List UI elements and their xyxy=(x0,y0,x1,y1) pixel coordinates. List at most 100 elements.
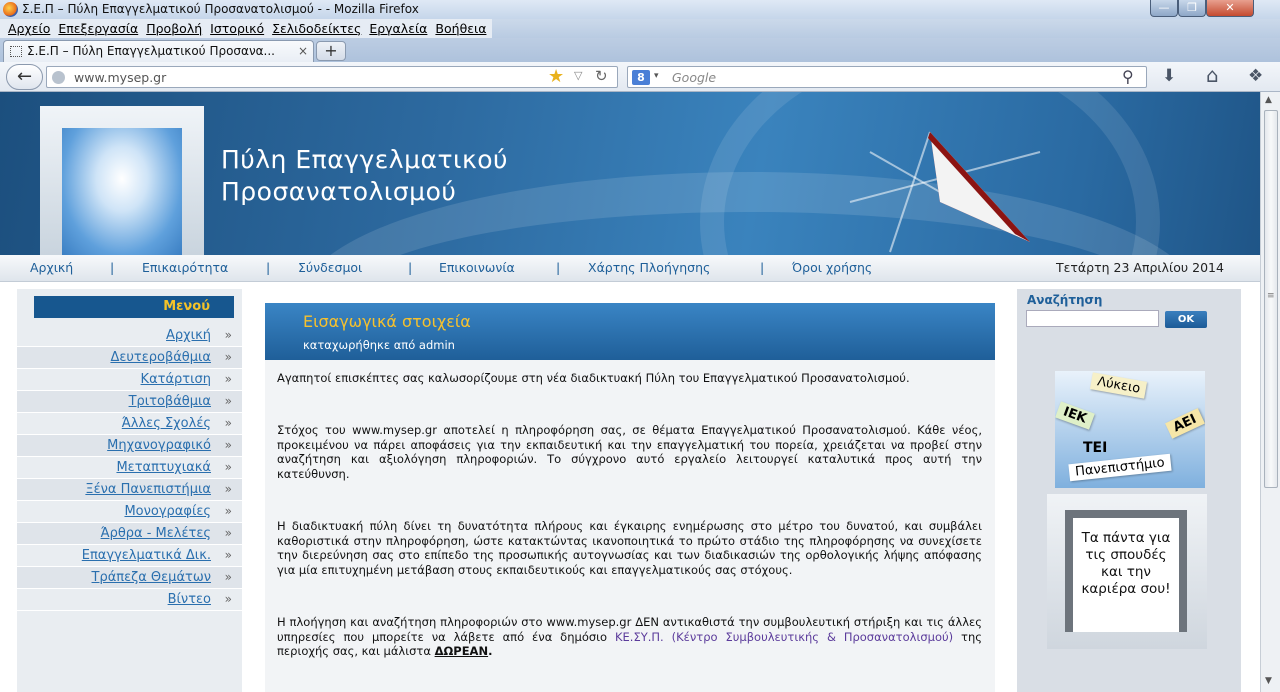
menu-view[interactable]: Προβολή xyxy=(146,19,202,38)
tab-bar: Σ.Ε.Π – Πύλη Επαγγελματικού Προσανα... ×… xyxy=(0,38,1280,62)
sidebar-item-label[interactable]: Μεταπτυχιακά xyxy=(116,460,211,475)
site-title-line1: Πύλη Επαγγελματικού xyxy=(221,145,508,174)
topnav-separator: | xyxy=(266,260,271,275)
site-search-button[interactable]: ΟΚ xyxy=(1165,311,1207,328)
sidebar-item[interactable]: Ξένα Πανεπιστήμια » xyxy=(17,479,242,501)
topnav-contact[interactable]: Επικοινωνία xyxy=(439,260,515,275)
scroll-down-icon[interactable]: ▼ xyxy=(1265,676,1272,686)
sidebar-item-label[interactable]: Τριτοβάθμια xyxy=(129,394,211,409)
search-bar[interactable]: 8 ▾ Google ⚲ xyxy=(627,66,1147,88)
sidebar-item[interactable]: Τριτοβάθμια » xyxy=(17,391,242,413)
article-header: Εισαγωγικά στοιχεία καταχωρήθηκε από adm… xyxy=(265,303,995,360)
maximize-button[interactable]: ❐ xyxy=(1178,0,1206,17)
paragraph-end: . xyxy=(488,644,493,658)
menu-bar: Αρχείο Επεξεργασία Προβολή Ιστορικό Σελιδοδε… xyxy=(0,19,1280,38)
menu-tools[interactable]: Εργαλεία xyxy=(369,19,427,38)
topnav-separator: | xyxy=(408,260,413,275)
sidebar-item[interactable]: Μηχανογραφικό » xyxy=(17,435,242,457)
site-title[interactable]: Πύλη Επαγγελματικού Προσανατολισμού xyxy=(221,144,508,208)
card-aei: ΑΕΙ xyxy=(1165,408,1205,439)
site-banner: Πύλη Επαγγελματικού Προσανατολισμού xyxy=(0,92,1260,255)
google-engine-icon[interactable]: 8 xyxy=(632,70,650,85)
chevron-right-icon: » xyxy=(224,570,232,584)
search-input[interactable]: Google xyxy=(672,70,716,85)
chevron-right-icon: » xyxy=(224,372,232,386)
site-search-input[interactable] xyxy=(1026,310,1159,327)
topnav-separator: | xyxy=(110,260,115,275)
article-paragraph: Η διαδικτυακή πύλη δίνει τη δυνατότητα π… xyxy=(277,519,982,577)
sidebar-item-label[interactable]: Βίντεο xyxy=(168,592,211,607)
card-lykeio: Λύκειο xyxy=(1089,372,1148,399)
grip-icon: ≡ xyxy=(1267,291,1275,301)
sidebar-item-label[interactable]: Κατάρτιση xyxy=(141,372,211,387)
article-title: Εισαγωγικά στοιχεία xyxy=(303,312,471,331)
menu-history[interactable]: Ιστορικό xyxy=(210,19,264,38)
home-icon[interactable]: ⌂ xyxy=(1206,63,1219,87)
downloads-icon[interactable]: ⬇ xyxy=(1162,66,1176,86)
menu-heading: Μενού xyxy=(34,296,234,318)
navigation-toolbar: ← www.mysep.gr ★ ▽ ↻ 8 ▾ Google ⚲ ⬇ ⌂ ❖ xyxy=(0,62,1280,92)
chevron-right-icon: » xyxy=(224,328,232,342)
sidebar-item-label[interactable]: Άλλες Σχολές xyxy=(122,416,211,431)
reload-icon[interactable]: ↻ xyxy=(595,67,608,85)
card-iek: ΙΕΚ xyxy=(1055,401,1095,430)
sidebar-item-label[interactable]: Τράπεζα Θεμάτων xyxy=(92,570,211,585)
menu-bookmarks[interactable]: Σελιδοδείκτες xyxy=(272,19,361,38)
current-date: Τετάρτη 23 Απριλίου 2014 xyxy=(1056,260,1224,275)
chevron-right-icon: » xyxy=(224,416,232,430)
url-history-dropdown-icon[interactable]: ▽ xyxy=(574,69,582,82)
new-tab-button[interactable]: + xyxy=(316,41,346,61)
tab-close-icon[interactable]: × xyxy=(298,44,308,58)
site-title-line2: Προσανατολισμού xyxy=(221,177,457,206)
vertical-scrollbar[interactable]: ▲ ≡ ▼ xyxy=(1260,92,1280,692)
engine-dropdown-icon[interactable]: ▾ xyxy=(654,71,659,81)
site-top-nav: Αρχική | Επικαιρότητα | Σύνδεσμοι | Επικ… xyxy=(0,255,1260,282)
sidebar-item[interactable]: Τράπεζα Θεμάτων » xyxy=(17,567,242,589)
chevron-right-icon: » xyxy=(224,438,232,452)
topnav-home[interactable]: Αρχική xyxy=(30,260,73,275)
sidebar-item[interactable]: Αρχική » xyxy=(17,325,242,347)
sidebar-item[interactable]: Κατάρτιση » xyxy=(17,369,242,391)
topnav-news[interactable]: Επικαιρότητα xyxy=(142,260,228,275)
promo-banner[interactable]: Τα πάντα για τις σπουδές και την καριέρα… xyxy=(1047,494,1207,649)
tab-label: Σ.Ε.Π – Πύλη Επαγγελματικού Προσανα... xyxy=(27,44,275,58)
topnav-terms[interactable]: Όροι χρήσης xyxy=(792,260,872,275)
sidebar-item-label[interactable]: Ξένα Πανεπιστήμια xyxy=(85,482,211,497)
minimize-button[interactable]: — xyxy=(1150,0,1178,17)
window-title: Σ.Ε.Π – Πύλη Επαγγελματικού Προσανατολισ… xyxy=(22,2,419,16)
url-text[interactable]: www.mysep.gr xyxy=(74,70,166,85)
sidebar-item-label[interactable]: Μονογραφίες xyxy=(124,504,211,519)
education-cards-image[interactable]: Λύκειο ΙΕΚ ΑΕΙ ΤΕΙ Πανεπιστήμιο xyxy=(1055,371,1205,488)
sidebar-item-label[interactable]: Αρχική xyxy=(166,328,211,343)
kesyp-link[interactable]: ΚΕ.ΣΥ.Π. (Κέντρο Συμβουλευτικής & Προσαν… xyxy=(615,630,953,644)
scroll-thumb[interactable]: ≡ xyxy=(1264,110,1278,488)
url-bar[interactable]: www.mysep.gr ★ ▽ ↻ xyxy=(46,66,618,88)
bookmark-star-icon[interactable]: ★ xyxy=(548,66,564,87)
sidebar-item-label[interactable]: Επαγγελματικά Δικ. xyxy=(82,548,211,563)
sidebar-item[interactable]: Μονογραφίες » xyxy=(17,501,242,523)
tab-active[interactable]: Σ.Ε.Π – Πύλη Επαγγελματικού Προσανα... × xyxy=(3,40,314,62)
addon-icon[interactable]: ❖ xyxy=(1248,66,1263,86)
back-button[interactable]: ← xyxy=(6,64,43,90)
search-icon[interactable]: ⚲ xyxy=(1122,67,1134,86)
menu-edit[interactable]: Επεξεργασία xyxy=(58,19,138,38)
card-university: Πανεπιστήμιο xyxy=(1068,453,1172,482)
sidebar-item[interactable]: Δευτεροβάθμια » xyxy=(17,347,242,369)
sidebar-item[interactable]: Βίντεο » xyxy=(17,589,242,611)
sidebar-item[interactable]: Επαγγελματικά Δικ. » xyxy=(17,545,242,567)
close-window-button[interactable]: ✕ xyxy=(1206,0,1254,17)
sidebar-item[interactable]: Μεταπτυχιακά » xyxy=(17,457,242,479)
sidebar-item[interactable]: Άρθρα - Μελέτες » xyxy=(17,523,242,545)
article-paragraph: Αγαπητοί επισκέπτες σας καλωσορίζουμε στ… xyxy=(277,371,910,385)
chevron-right-icon: » xyxy=(224,460,232,474)
menu-file[interactable]: Αρχείο xyxy=(8,19,50,38)
sidebar-item-label[interactable]: Άρθρα - Μελέτες xyxy=(101,526,211,541)
menu-help[interactable]: Βοήθεια xyxy=(435,19,486,38)
scroll-up-icon[interactable]: ▲ xyxy=(1265,95,1272,105)
topnav-sitemap[interactable]: Χάρτης Πλοήγησης xyxy=(588,260,710,275)
sidebar-item-label[interactable]: Μηχανογραφικό xyxy=(107,438,211,453)
sidebar-item-label[interactable]: Δευτεροβάθμια xyxy=(110,350,211,365)
sidebar-item[interactable]: Άλλες Σχολές » xyxy=(17,413,242,435)
topnav-links[interactable]: Σύνδεσμοι xyxy=(298,260,362,275)
chevron-right-icon: » xyxy=(224,504,232,518)
